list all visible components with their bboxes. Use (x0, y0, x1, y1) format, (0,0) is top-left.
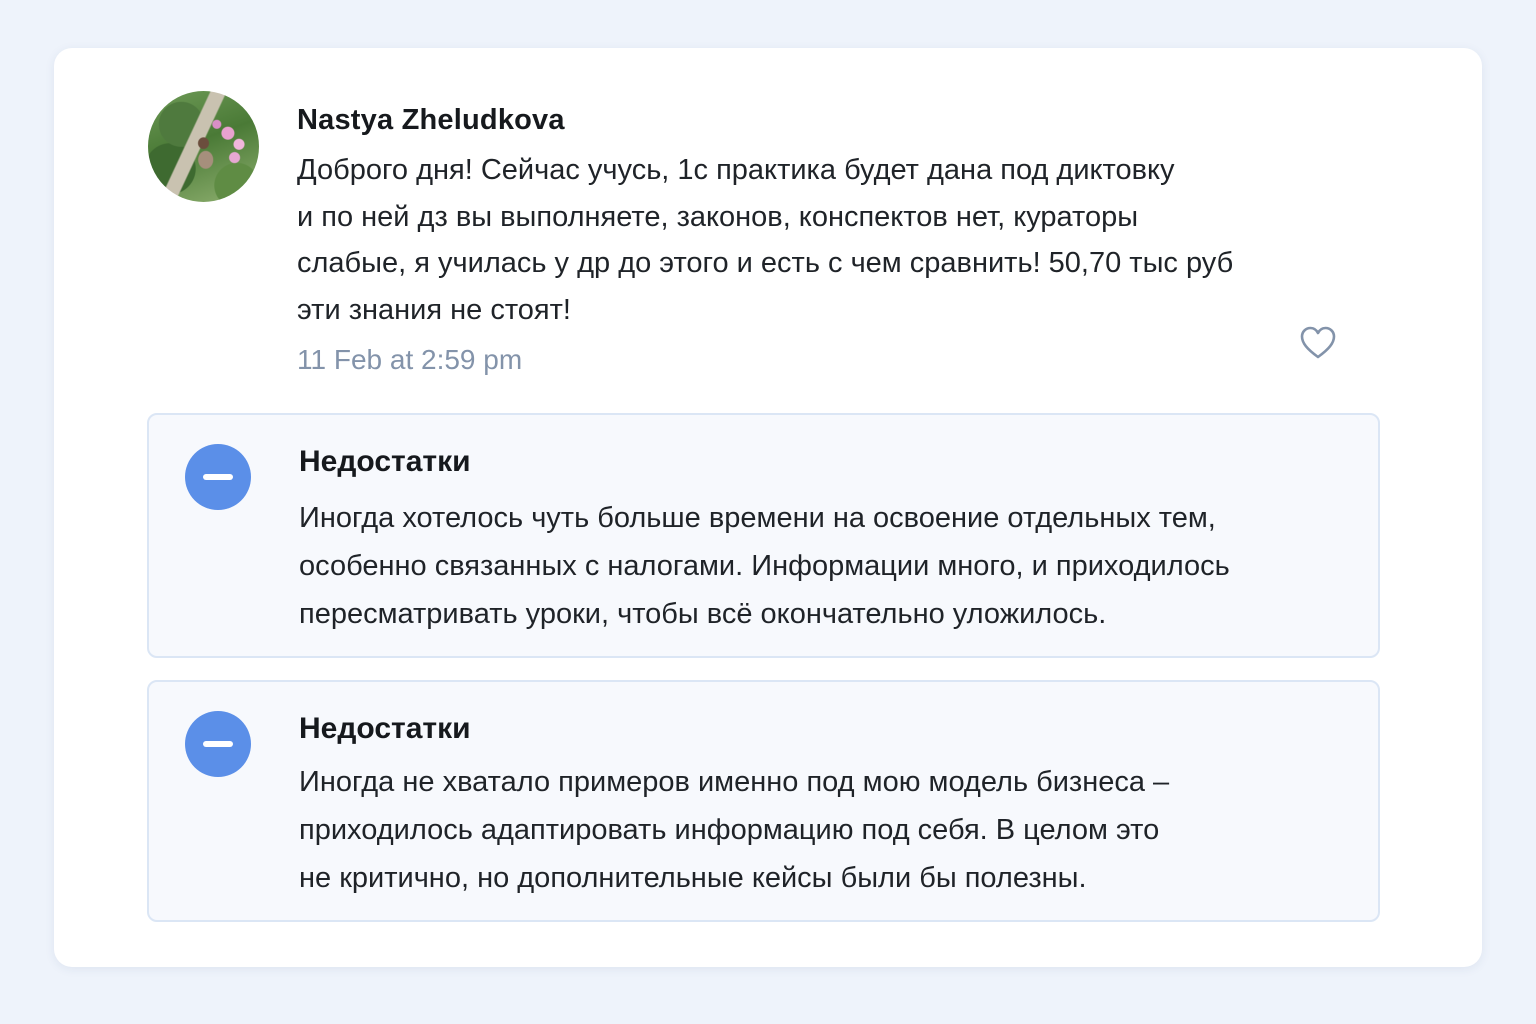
drawback-text: Иногда хотелось чуть больше времени на о… (299, 502, 1230, 630)
review-date: 11 Feb at 2:59 pm (297, 344, 523, 375)
drawback-block: Недостатки Иногда не хватало примеров им… (147, 680, 1380, 922)
drawback-title: Недостатки (299, 712, 471, 745)
drawback-block: Недостатки Иногда хотелось чуть больше в… (147, 413, 1380, 658)
author-name[interactable]: Nastya Zheludkova (297, 104, 565, 137)
drawback-text: Иногда не хватало примеров именно под мо… (299, 766, 1170, 894)
minus-circle-icon (185, 444, 251, 510)
drawback-title: Недостатки (299, 445, 471, 478)
minus-circle-icon (185, 711, 251, 777)
review-card: Nastya Zheludkova Доброго дня! Сейчас уч… (54, 48, 1482, 967)
avatar[interactable] (148, 91, 259, 202)
review-text: Доброго дня! Сейчас учусь, 1с практика б… (297, 154, 1234, 326)
heart-icon[interactable] (1298, 325, 1338, 361)
